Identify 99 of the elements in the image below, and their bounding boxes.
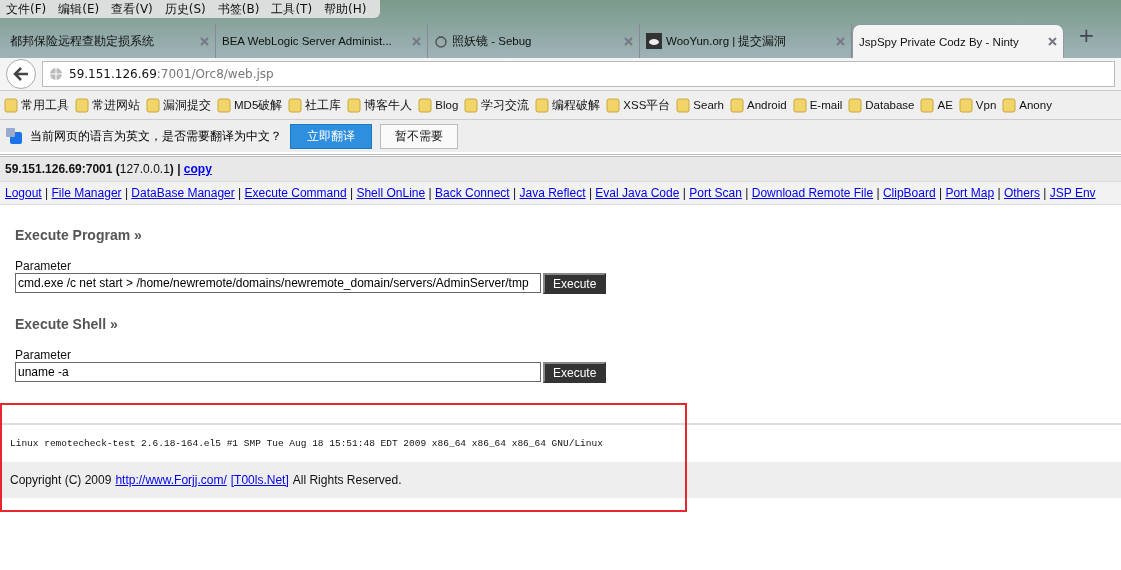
separator: |	[513, 186, 517, 200]
separator: |	[428, 186, 432, 200]
separator: |	[238, 186, 242, 200]
nav-link[interactable]: ClipBoard	[882, 186, 936, 200]
separator: |	[349, 186, 354, 200]
bookmark-folder[interactable]: Android	[747, 99, 787, 111]
separator: |	[997, 186, 1001, 200]
close-icon[interactable]	[624, 36, 633, 46]
rights-text: All Rights Reserved.	[292, 473, 402, 487]
folder-icon	[1002, 97, 1017, 113]
nav-link[interactable]: Download Remote File	[751, 186, 874, 200]
menu-item[interactable]: 历史(S)	[158, 0, 212, 18]
back-button[interactable]	[6, 59, 36, 89]
nav-link[interactable]: Port Map	[945, 186, 995, 200]
folder-icon	[792, 97, 807, 113]
section-title: Execute Shell »	[15, 316, 119, 332]
bookmark-folder[interactable]: MD5破解	[234, 97, 283, 113]
folder-icon	[217, 97, 231, 113]
nav-link[interactable]: DataBase Manager	[131, 186, 235, 200]
folder-icon	[730, 97, 744, 113]
bookmark-folder[interactable]: Searh	[693, 99, 724, 111]
menu-item[interactable]: 文件(F)	[0, 0, 53, 18]
bookmark-folder[interactable]: 编程破解	[552, 97, 601, 113]
copyright-text: Copyright (C) 2009	[10, 473, 112, 487]
menu-item[interactable]: 工具(T)	[265, 0, 319, 18]
bookmark-folder[interactable]: Anony	[1019, 99, 1052, 111]
separator: |	[876, 186, 880, 200]
nav-link[interactable]: Shell OnLine	[356, 186, 426, 200]
menu-item[interactable]: 编辑(E)	[52, 0, 106, 18]
bookmark-folder[interactable]: Database	[865, 99, 915, 111]
separator: |	[45, 186, 49, 200]
browser-tab[interactable]: JspSpy Private Codz By - Ninty	[852, 24, 1064, 58]
server-info: 59.151.126.69:7001 (127.0.0.1) |	[5, 162, 181, 176]
nav-link[interactable]: Back Connect	[434, 186, 510, 200]
new-tab-button[interactable]: +	[1064, 23, 1109, 53]
nav-link[interactable]: Port Scan	[689, 186, 742, 200]
close-icon[interactable]	[1048, 37, 1057, 46]
parameter-field[interactable]: cmd.exe /c net start > /home/newremote/domains/newremote_domain/servers/AdminServer/tmp	[15, 273, 541, 293]
bookmark-folder[interactable]: Vpn	[975, 99, 997, 111]
menu-item[interactable]: 书签(B)	[211, 0, 266, 18]
bookmark-folder[interactable]: XSS平台	[623, 97, 671, 113]
nav-link[interactable]: Java Reflect	[519, 186, 586, 200]
folder-icon	[535, 97, 550, 113]
nav-link[interactable]: Logout	[5, 186, 42, 200]
close-icon[interactable]	[836, 36, 845, 46]
close-icon[interactable]	[200, 36, 209, 46]
website-link[interactable]: http://www.Forjj.com/	[115, 473, 227, 487]
separator: |	[124, 186, 128, 200]
separator: |	[938, 186, 943, 200]
nav-link[interactable]: Others	[1003, 186, 1040, 200]
bookmark-folder[interactable]: E-mail	[809, 99, 843, 111]
copy-link[interactable]: copy	[183, 162, 212, 176]
folder-icon	[347, 97, 362, 113]
field-label: Parameter	[15, 348, 73, 362]
folder-icon	[958, 97, 973, 113]
forum-link[interactable]: [T00ls.Net]	[230, 473, 289, 487]
translate-message: 当前网页的语言为英文，是否需要翻译为中文？	[30, 127, 282, 145]
parameter-field[interactable]: uname -a	[15, 362, 541, 382]
section-title: Execute Program »	[15, 227, 143, 243]
separator: |	[682, 186, 686, 200]
bookmark-folder[interactable]: Blog	[435, 99, 459, 111]
nav-link[interactable]: File Manager	[51, 186, 122, 200]
separator: |	[1043, 186, 1047, 200]
bookmark-folder[interactable]: 学习交流	[481, 97, 530, 113]
bookmark-folder[interactable]: 常进网站	[92, 97, 140, 113]
folder-icon	[848, 97, 863, 113]
separator: |	[588, 186, 592, 200]
folder-icon	[418, 97, 433, 113]
folder-icon	[75, 97, 89, 113]
execute-button[interactable]: Execute	[543, 273, 607, 294]
bookmark-folder[interactable]: AE	[937, 99, 953, 111]
bookmark-folder[interactable]: 博客牛人	[364, 97, 413, 113]
separator: |	[745, 186, 749, 200]
execute-button[interactable]: Execute	[543, 362, 607, 383]
folder-icon	[606, 97, 621, 113]
folder-icon	[146, 97, 160, 113]
close-icon[interactable]	[412, 36, 421, 46]
command-output: Linux remotecheck-test 2.6.18-164.el5 #1 SMP Tue Aug 18 15:51:48 EDT 2009 x86_64 x86_64 x86_64 GNU/Linux	[9, 437, 604, 451]
address-field[interactable]: 59.151.126.69:7001/Orc8/web.jsp	[42, 61, 1115, 87]
field-label: Parameter	[15, 259, 73, 273]
nav-link[interactable]: Eval Java Code	[595, 186, 680, 200]
arrow-icon	[13, 67, 29, 81]
nav-link[interactable]: JSP Env	[1049, 186, 1096, 200]
globe-icon	[49, 67, 63, 81]
folder-icon	[464, 97, 479, 113]
folder-icon	[676, 97, 691, 113]
ring-icon	[434, 34, 448, 48]
folder-icon	[4, 97, 18, 113]
cloud-logo-icon	[646, 33, 662, 49]
menu-item[interactable]: 查看(V)	[105, 0, 159, 18]
translate-icon	[6, 128, 22, 144]
bookmark-folder[interactable]: 社工库	[305, 97, 342, 113]
folder-icon	[288, 97, 303, 113]
folder-icon	[920, 97, 935, 113]
bookmark-folder[interactable]: 常用工具	[21, 97, 69, 113]
decline-button[interactable]: 暂不需要	[380, 123, 458, 149]
nav-link[interactable]: Execute Command	[244, 186, 347, 200]
bookmark-folder[interactable]: 漏洞提交	[163, 97, 211, 113]
menu-item[interactable]: 帮助(H)	[318, 0, 373, 18]
